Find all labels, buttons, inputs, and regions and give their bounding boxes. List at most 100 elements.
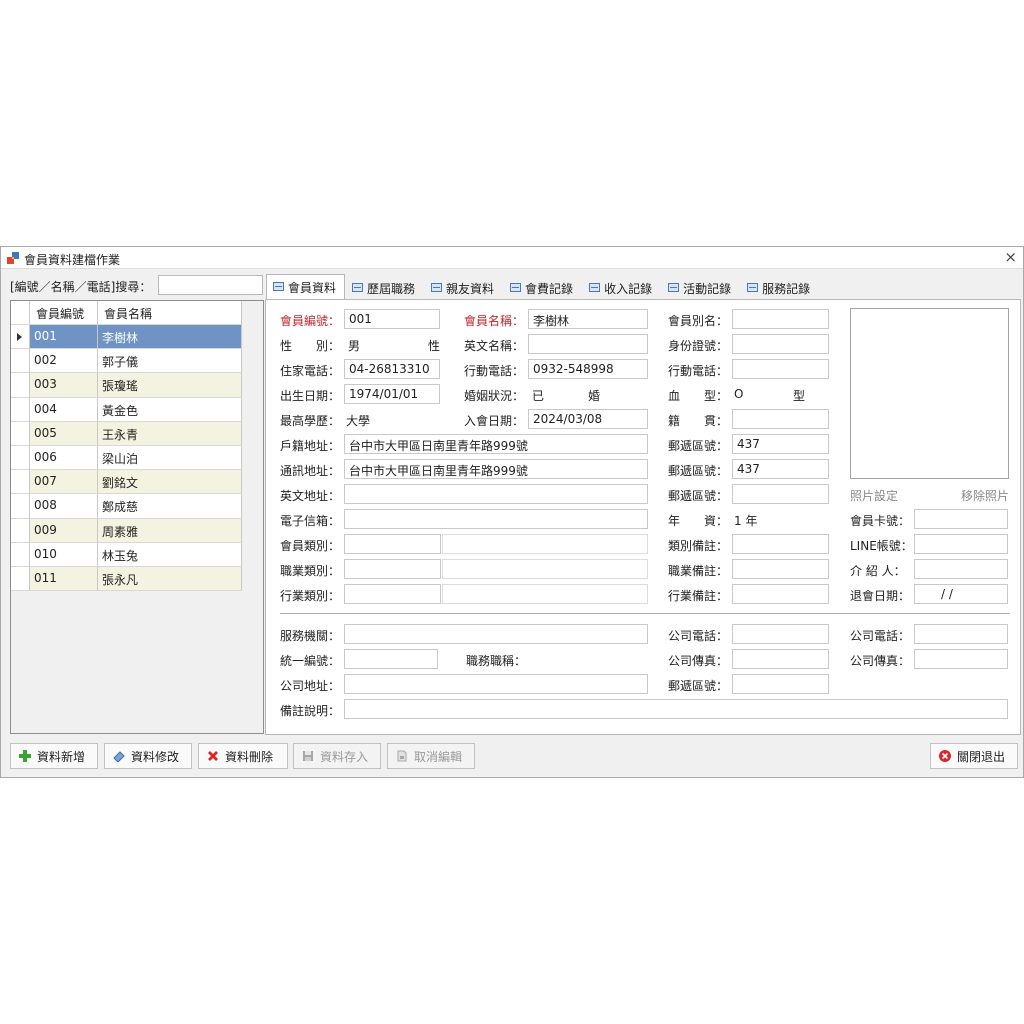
member-type-code-field[interactable] (344, 534, 441, 554)
email-field[interactable] (344, 509, 648, 529)
reg-addr-field[interactable]: 台中市大甲區日南里青年路999號 (344, 434, 648, 454)
gender-value[interactable]: 男 (348, 337, 360, 354)
co-fax2-field[interactable] (914, 649, 1008, 669)
member-name-cell[interactable]: 鄭成慈 (98, 494, 242, 519)
member-grid[interactable]: 會員編號 會員名稱 001 李樹林 002 郭子儀 003 張瓊瑤 004 黃金色 005 王永青… (11, 301, 242, 592)
member-no-cell[interactable]: 002 (30, 349, 98, 374)
member-no-cell[interactable]: 003 (30, 373, 98, 398)
row-selector[interactable] (11, 518, 30, 543)
marital-value[interactable]: 已 (532, 387, 544, 404)
id-no-field[interactable] (732, 334, 829, 354)
referrer-field[interactable] (914, 559, 1008, 579)
mobile2-field[interactable] (732, 359, 829, 379)
blood-value[interactable]: O (734, 387, 743, 401)
quit-date-field[interactable]: / / (914, 584, 1008, 604)
row-selector[interactable] (11, 470, 30, 495)
photo-remove-link[interactable]: 移除照片 (961, 487, 1009, 504)
member-no-cell[interactable]: 010 (30, 542, 98, 567)
alias-field[interactable] (732, 309, 829, 329)
search-input[interactable] (158, 275, 263, 295)
row-selector[interactable] (11, 421, 30, 446)
join-date-field[interactable]: 2024/03/08 (528, 409, 648, 429)
member-name-cell[interactable]: 梁山泊 (98, 445, 242, 471)
tab-1[interactable]: 會員資料 (266, 274, 346, 300)
mail-addr-field[interactable]: 台中市大甲區日南里青年路999號 (344, 459, 648, 479)
eng-name-field[interactable] (528, 334, 648, 354)
member-no-cell[interactable]: 001 (30, 325, 98, 350)
table-row[interactable]: 009 周素雅 (11, 518, 242, 543)
save-button[interactable]: 資料存入 (293, 743, 381, 769)
education-value[interactable]: 大學 (346, 412, 370, 429)
zip3-field[interactable] (732, 484, 829, 504)
type-note-field[interactable] (732, 534, 829, 554)
column-header-member-name[interactable]: 會員名稱 (98, 301, 242, 325)
row-selector[interactable] (11, 445, 30, 471)
close-exit-button[interactable]: 關閉退出 (930, 743, 1018, 769)
row-selector[interactable] (11, 542, 30, 567)
card-no-field[interactable] (914, 509, 1008, 529)
photo-set-link[interactable]: 照片設定 (850, 487, 898, 504)
co-fax-field[interactable] (732, 649, 829, 669)
member-name-cell[interactable]: 周素雅 (98, 518, 242, 543)
row-selector[interactable] (11, 494, 30, 519)
table-row[interactable]: 003 張瓊瑤 (11, 373, 242, 398)
line-id-field[interactable] (914, 534, 1008, 554)
member-name-cell[interactable]: 劉銘文 (98, 470, 242, 495)
tab-7[interactable]: 服務記錄 (740, 275, 819, 299)
delete-button[interactable]: 資料刪除 (198, 743, 288, 769)
tab-5[interactable]: 收入記錄 (582, 275, 661, 299)
member-no-cell[interactable]: 005 (30, 421, 98, 446)
table-row[interactable]: 005 王永青 (11, 421, 242, 446)
member-name-field[interactable]: 李樹林 (528, 309, 648, 329)
table-row[interactable]: 006 梁山泊 (11, 445, 242, 471)
tab-4[interactable]: 會費記錄 (503, 275, 582, 299)
member-name-cell[interactable]: 郭子儀 (98, 349, 242, 374)
birth-field[interactable]: 1974/01/01 (344, 384, 440, 404)
row-selector[interactable] (11, 325, 30, 350)
member-name-cell[interactable]: 張永凡 (98, 566, 242, 592)
row-selector[interactable] (11, 349, 30, 374)
edit-button[interactable]: 資料修改 (104, 743, 192, 769)
member-no-cell[interactable]: 008 (30, 494, 98, 519)
member-name-cell[interactable]: 黃金色 (98, 397, 242, 422)
co-phone2-field[interactable] (914, 624, 1008, 644)
industry-note-field[interactable] (732, 584, 829, 604)
eng-addr-field[interactable] (344, 484, 648, 504)
member-no-cell[interactable]: 011 (30, 566, 98, 592)
co-addr-field[interactable] (344, 674, 648, 694)
tab-3[interactable]: 親友資料 (424, 275, 503, 299)
member-name-cell[interactable]: 李樹林 (98, 325, 242, 350)
close-icon[interactable]: × (1004, 248, 1017, 266)
member-name-cell[interactable]: 林玉兔 (98, 542, 242, 567)
member-name-cell[interactable]: 王永青 (98, 421, 242, 446)
org-field[interactable] (344, 624, 648, 644)
member-no-cell[interactable]: 004 (30, 397, 98, 422)
tab-2[interactable]: 歷屆職務 (345, 275, 424, 299)
zip4-field[interactable] (732, 674, 829, 694)
industry-code-field[interactable] (344, 584, 441, 604)
column-header-member-no[interactable]: 會員編號 (30, 301, 98, 325)
zip2-field[interactable]: 437 (732, 459, 829, 479)
native-field[interactable] (732, 409, 829, 429)
row-selector[interactable] (11, 373, 30, 398)
mobile-field[interactable]: 0932-548998 (528, 359, 648, 379)
row-selector[interactable] (11, 566, 30, 592)
table-row[interactable]: 004 黃金色 (11, 397, 242, 422)
row-selector[interactable] (11, 397, 30, 422)
job-note-field[interactable] (732, 559, 829, 579)
remark-field[interactable] (344, 699, 1008, 719)
home-phone-field[interactable]: 04-26813310 (344, 359, 440, 379)
co-phone-field[interactable] (732, 624, 829, 644)
member-no-field[interactable]: 001 (344, 309, 440, 329)
table-row[interactable]: 010 林玉兔 (11, 542, 242, 567)
table-row[interactable]: 008 鄭成慈 (11, 494, 242, 519)
member-no-cell[interactable]: 007 (30, 470, 98, 495)
job-type-code-field[interactable] (344, 559, 441, 579)
member-no-cell[interactable]: 009 (30, 518, 98, 543)
zip1-field[interactable]: 437 (732, 434, 829, 454)
table-row[interactable]: 001 李樹林 (11, 325, 242, 350)
member-photo[interactable] (850, 308, 1009, 479)
member-name-cell[interactable]: 張瓊瑤 (98, 373, 242, 398)
add-button[interactable]: 資料新增 (10, 743, 98, 769)
cancel-edit-button[interactable]: 取消編輯 (387, 743, 475, 769)
